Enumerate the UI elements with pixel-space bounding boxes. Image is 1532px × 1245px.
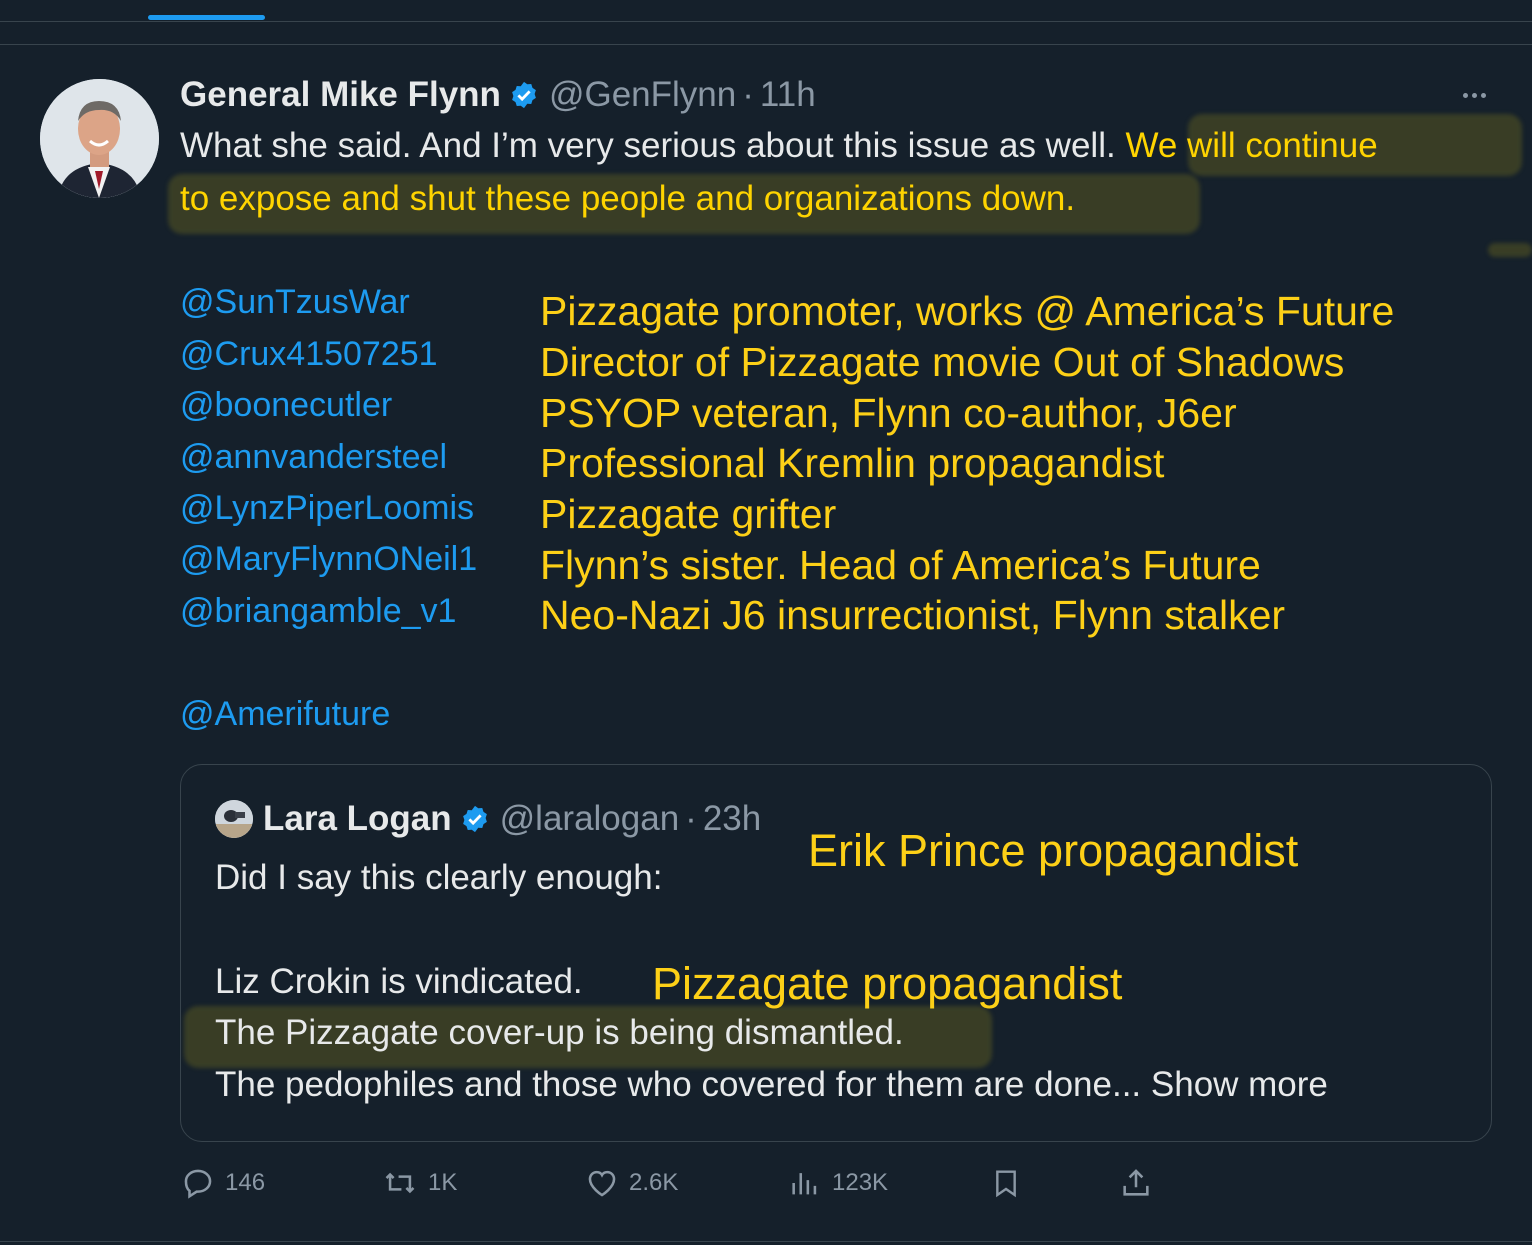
annotation-text: Professional Kremlin propagandist xyxy=(540,440,1165,486)
heart-icon xyxy=(588,1170,616,1197)
tweet-text-line-1: What she said. And I’m very serious abou… xyxy=(180,126,1378,166)
like-button[interactable]: 2.6K xyxy=(585,1166,678,1200)
divider xyxy=(0,44,1532,45)
more-options-icon[interactable] xyxy=(1456,80,1492,110)
repost-button[interactable]: 1K xyxy=(382,1166,457,1200)
tweet-text-highlight: We will continue xyxy=(1125,126,1378,165)
annotation-text: Pizzagate promoter, works @ America’s Fu… xyxy=(540,288,1395,334)
mention-link[interactable]: @MaryFlynnONeil1 xyxy=(180,540,477,579)
quote-text-line: The pedophiles and those who covered for… xyxy=(215,1065,1328,1105)
quote-timestamp[interactable]: 23h xyxy=(703,799,761,839)
author-handle[interactable]: @GenFlynn xyxy=(549,75,736,115)
mention-link[interactable]: @Crux41507251 xyxy=(180,335,438,374)
avatar-image xyxy=(40,79,159,198)
annotation-text: Director of Pizzagate movie Out of Shado… xyxy=(540,339,1345,385)
annotation-text: Pizzagate grifter xyxy=(540,491,837,537)
analytics-icon xyxy=(792,1173,817,1195)
author-name[interactable]: General Mike Flynn xyxy=(180,75,501,115)
tweet-text-plain: What she said. And I’m very serious abou… xyxy=(180,126,1126,165)
quote-avatar-image xyxy=(215,800,253,838)
tweet-timestamp[interactable]: 11h xyxy=(760,75,816,115)
mention-link[interactable]: @briangamble_v1 xyxy=(180,592,456,631)
tweet-header: General Mike Flynn @GenFlynn · 11h xyxy=(180,74,816,116)
divider xyxy=(0,1241,1532,1242)
bookmark-button[interactable] xyxy=(990,1166,1022,1200)
quote-text-truncated: The pedophiles and those who covered for… xyxy=(215,1065,1142,1104)
tweet-text-line-2: to expose and shut these people and orga… xyxy=(180,179,1076,218)
reply-icon xyxy=(184,1169,212,1199)
verified-badge-icon xyxy=(460,804,490,834)
reply-button[interactable]: 146 xyxy=(181,1166,265,1200)
active-tab-indicator xyxy=(148,15,265,20)
avatar[interactable] xyxy=(40,79,159,198)
quote-avatar[interactable] xyxy=(215,800,253,838)
show-more-link[interactable]: Show more xyxy=(1141,1065,1328,1104)
bookmark-icon xyxy=(996,1170,1016,1198)
share-icon xyxy=(1123,1169,1149,1196)
views-button[interactable]: 123K xyxy=(788,1166,888,1200)
quote-author-name[interactable]: Lara Logan xyxy=(263,799,452,839)
annotation-text: Flynn’s sister. Head of America’s Future xyxy=(540,542,1261,588)
mention-link[interactable]: @LynzPiperLoomis xyxy=(180,489,474,528)
share-button[interactable] xyxy=(1119,1166,1153,1200)
mention-link[interactable]: @boonecutler xyxy=(180,386,392,425)
quote-text-highlight: The Pizzagate cover-up is being dismantl… xyxy=(215,1013,904,1052)
annotation-text: PSYOP veteran, Flynn co-author, J6er xyxy=(540,390,1237,436)
annotation-text: Pizzagate propagandist xyxy=(652,958,1123,1009)
views-count: 123K xyxy=(832,1169,889,1196)
separator-dot: · xyxy=(742,75,754,114)
repost-count: 1K xyxy=(428,1169,458,1196)
reply-count: 146 xyxy=(225,1169,266,1196)
highlight-mark xyxy=(1488,243,1532,257)
annotation-text: Neo-Nazi J6 insurrectionist, Flynn stalk… xyxy=(540,592,1286,638)
separator-dot: · xyxy=(685,799,697,838)
repost-icon xyxy=(385,1172,415,1194)
quote-header: Lara Logan @laralogan · 23h xyxy=(263,798,761,840)
quote-text-line: Did I say this clearly enough: xyxy=(215,858,663,897)
annotation-text: Erik Prince propagandist xyxy=(808,825,1299,876)
quote-author-handle[interactable]: @laralogan xyxy=(500,799,680,839)
like-count: 2.6K xyxy=(629,1169,679,1196)
mention-link[interactable]: @SunTzusWar xyxy=(180,283,410,322)
quote-text-line: Liz Crokin is vindicated. xyxy=(215,962,583,1001)
mention-link[interactable]: @Amerifuture xyxy=(180,695,390,734)
verified-badge-icon xyxy=(509,80,539,110)
mention-link[interactable]: @annvandersteel xyxy=(180,438,447,477)
